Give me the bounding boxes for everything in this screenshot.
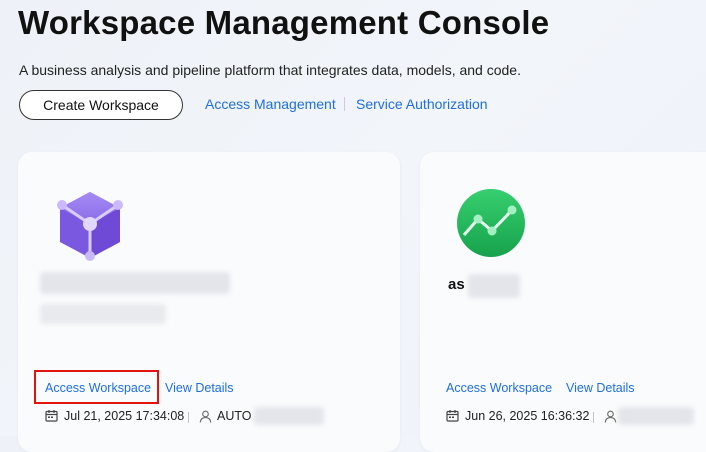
- created-time: Jul 21, 2025 17:34:08: [64, 409, 185, 423]
- workspace-card: as Access Workspace View Details Jun 26,…: [420, 152, 706, 452]
- user-icon: [604, 410, 617, 423]
- calendar-icon: [446, 410, 459, 422]
- view-details-link[interactable]: View Details: [165, 381, 234, 395]
- access-workspace-link[interactable]: Access Workspace: [45, 381, 151, 395]
- meta-divider: [188, 412, 189, 423]
- redacted-owner-name: [254, 407, 324, 425]
- created-time: Jun 26, 2025 16:36:32: [465, 409, 590, 423]
- trend-chart-icon: [457, 189, 525, 257]
- access-management-link[interactable]: Access Management: [205, 96, 336, 112]
- owner-name: AUTO: [217, 409, 252, 423]
- create-workspace-button[interactable]: Create Workspace: [19, 90, 183, 120]
- link-divider: [344, 97, 345, 111]
- view-details-link[interactable]: View Details: [566, 381, 635, 395]
- redacted-workspace-name: [468, 274, 520, 298]
- service-authorization-link[interactable]: Service Authorization: [356, 96, 488, 112]
- user-icon: [199, 410, 212, 423]
- redacted-workspace-description: [40, 304, 166, 324]
- workspace-card: Access Workspace View Details Jul 21, 20…: [18, 152, 400, 452]
- calendar-icon: [45, 410, 58, 422]
- redacted-workspace-name: [40, 272, 230, 294]
- meta-divider: [593, 412, 594, 423]
- access-workspace-link[interactable]: Access Workspace: [446, 381, 552, 395]
- page-title: Workspace Management Console: [18, 4, 550, 41]
- redacted-owner-name: [618, 407, 694, 425]
- cube-icon: [57, 192, 123, 261]
- page-subtitle: A business analysis and pipeline platfor…: [19, 62, 521, 78]
- workspace-name: as: [448, 276, 465, 293]
